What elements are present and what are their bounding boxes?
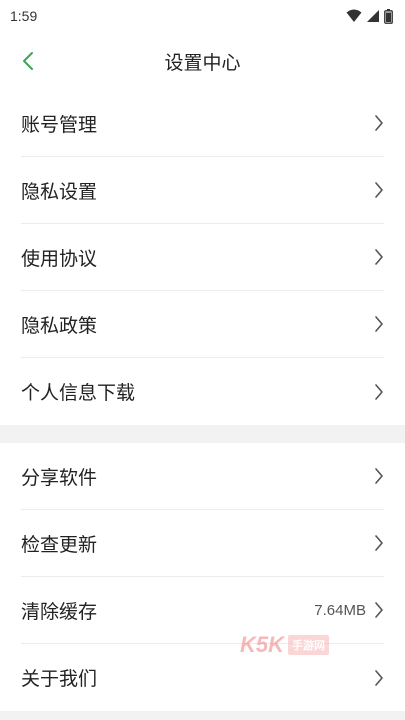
settings-item-about-us[interactable]: 关于我们: [21, 644, 384, 711]
settings-item-privacy-settings[interactable]: 隐私设置: [21, 157, 384, 224]
cell-signal-icon: [367, 10, 379, 22]
chevron-right-icon: [374, 114, 384, 132]
chevron-right-icon: [374, 248, 384, 266]
settings-item-label: 使用协议: [21, 247, 98, 270]
cache-size-value: 7.64MB: [314, 601, 366, 619]
settings-item-label: 检查更新: [21, 533, 98, 556]
settings-item-terms-of-use[interactable]: 使用协议: [21, 224, 384, 291]
wifi-icon: [346, 9, 362, 22]
status-bar: 1:59: [0, 0, 405, 32]
chevron-left-icon: [23, 52, 33, 70]
settings-item-check-update[interactable]: 检查更新: [21, 510, 384, 577]
status-icons: [346, 8, 393, 24]
back-button[interactable]: [12, 45, 44, 77]
settings-item-share-app[interactable]: 分享软件: [21, 443, 384, 510]
settings-item-privacy-policy[interactable]: 隐私政策: [21, 291, 384, 358]
settings-screen: 1:59 设置中心 账号管理 隐私设置 使用协议 隐私政策 个人信息下载 分享软…: [0, 0, 405, 720]
navigation-bar: 设置中心: [0, 32, 405, 90]
settings-item-label: 账号管理: [21, 113, 98, 136]
chevron-right-icon: [374, 601, 384, 619]
status-time: 1:59: [10, 8, 38, 24]
settings-item-account-management[interactable]: 账号管理: [21, 90, 384, 157]
settings-item-label: 隐私设置: [21, 180, 98, 203]
chevron-right-icon: [374, 383, 384, 401]
account-section: 账号管理 隐私设置 使用协议 隐私政策 个人信息下载: [0, 90, 405, 425]
settings-item-personal-data-download[interactable]: 个人信息下载: [21, 358, 384, 425]
app-section: 分享软件 检查更新 清除缓存 7.64MB 关于我们: [0, 443, 405, 711]
chevron-right-icon: [374, 315, 384, 333]
settings-item-label: 关于我们: [21, 668, 98, 690]
chevron-right-icon: [374, 181, 384, 199]
chevron-right-icon: [374, 669, 384, 687]
settings-item-clear-cache[interactable]: 清除缓存 7.64MB: [21, 577, 384, 644]
chevron-right-icon: [374, 534, 384, 552]
page-title: 设置中心: [164, 51, 241, 74]
settings-item-label: 隐私政策: [21, 314, 98, 337]
chevron-right-icon: [374, 467, 384, 485]
settings-item-label: 个人信息下载: [21, 382, 136, 404]
settings-item-label: 清除缓存: [21, 600, 98, 623]
settings-item-label: 分享软件: [21, 466, 98, 489]
battery-icon: [384, 8, 393, 24]
clear-cache-right: 7.64MB: [314, 601, 384, 619]
